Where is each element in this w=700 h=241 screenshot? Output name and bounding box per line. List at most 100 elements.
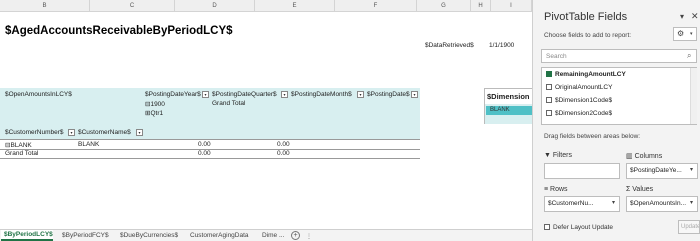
values-area-label: Σ Values (626, 186, 653, 193)
col-field-year-dropdown-icon[interactable]: ▾ (202, 91, 209, 98)
column-header-i[interactable]: I (491, 0, 532, 12)
row-field-customer-number[interactable]: $CustomerNumber$ (5, 129, 64, 136)
field-list-scrollbar[interactable] (690, 68, 697, 124)
values-label: Values (632, 186, 654, 193)
col-field-posting-date-year[interactable]: $PostingDateYear$ (145, 91, 201, 98)
col-field-posting-date-quarter[interactable]: $PostingDateQuarter$ (212, 91, 277, 98)
checkbox-icon[interactable] (546, 84, 552, 91)
add-sheet-icon[interactable]: + (291, 231, 300, 240)
search-icon: ⌕ (687, 51, 692, 60)
field-item-remaining-amount[interactable]: RemainingAmountLCY (546, 71, 626, 78)
checkbox-icon[interactable] (544, 224, 550, 231)
column-header-f[interactable]: F (335, 0, 417, 12)
data-retrieved-label: $DataRetrieved$ (425, 42, 474, 49)
grand-total-value[interactable]: 0.00 (198, 150, 211, 157)
field-search-box[interactable]: Search ⌕ (541, 49, 697, 63)
grand-total-total[interactable]: 0.00 (277, 150, 290, 157)
dimension-header: $Dimension (487, 92, 530, 101)
update-button[interactable]: Update (678, 220, 700, 234)
field-item-original-amount[interactable]: OriginalAmountLCY (546, 84, 612, 91)
field-label: RemainingAmountLCY (555, 71, 626, 78)
sheet-tab-dime[interactable]: Dime ... (262, 231, 284, 241)
row-field-customer-name[interactable]: $CustomerName$ (78, 129, 131, 136)
pane-subtitle: Choose fields to add to report: (544, 32, 632, 39)
row-separator (0, 158, 420, 159)
sheet-tab-by-period-lcy[interactable]: $ByPeriodLCY$ (1, 230, 53, 241)
field-list[interactable]: RemainingAmountLCY OriginalAmountLCY $Di… (541, 67, 697, 125)
drag-instructions: Drag fields between areas below: (544, 133, 641, 140)
col-field-posting-date-month[interactable]: $PostingDateMonth$ (291, 91, 352, 98)
checkbox-checked-icon[interactable] (546, 71, 552, 78)
pane-options-icon[interactable]: ▾ (680, 12, 684, 21)
chevron-down-icon[interactable]: ▾ (690, 166, 693, 173)
report-title: $AgedAccountsReceivableByPeriodLCY$ (5, 25, 233, 37)
grand-total-row-label[interactable]: Grand Total (5, 150, 38, 157)
filter-icon: ▼ (544, 152, 551, 159)
spreadsheet-area[interactable]: B C D E F G H I $AgedAccountsReceivableB… (0, 0, 532, 241)
dimension-item[interactable]: BLANK (486, 106, 532, 115)
col-field-month-dropdown-icon[interactable]: ▾ (357, 91, 364, 98)
filters-drop-area[interactable] (544, 163, 620, 179)
columns-icon: ▥ (626, 153, 633, 160)
pivot-values-field[interactable]: $OpenAmountsInLCY$ (5, 91, 72, 98)
row-separator (0, 139, 420, 140)
chevron-down-icon[interactable]: ▾ (612, 199, 615, 206)
chevron-down-icon: ▾ (690, 31, 693, 37)
filters-area-label: ▼ Filters (544, 152, 572, 159)
field-label: OriginalAmountLCY (555, 84, 613, 91)
row-field-name-dropdown-icon[interactable]: ▾ (136, 129, 143, 136)
rows-icon: ≡ (544, 186, 549, 193)
checkbox-icon[interactable] (546, 97, 552, 104)
col-field-posting-date[interactable]: $PostingDate$ (367, 91, 410, 98)
chevron-down-icon[interactable]: ▾ (690, 199, 693, 206)
sigma-icon: Σ (626, 186, 631, 193)
sheet-tab-by-period-fcy[interactable]: $ByPeriodFCY$ (62, 231, 109, 241)
field-item-dimension1[interactable]: $Dimension1Code$ (546, 97, 612, 104)
columns-field-pill[interactable]: $PostingDateYe... (630, 167, 682, 174)
column-header-g[interactable]: G (417, 0, 471, 12)
settings-dropdown-button[interactable]: ⚙ ▾ (673, 27, 697, 41)
column-header-d[interactable]: D (175, 0, 255, 12)
sheet-tab-due-by-currencies[interactable]: $DueByCurrencies$ (120, 231, 178, 241)
customer-name-cell[interactable]: BLANK (78, 141, 99, 148)
field-label: $Dimension2Code$ (555, 110, 613, 117)
defer-layout-option[interactable]: Defer Layout Update (544, 224, 613, 231)
column-header-e[interactable]: E (255, 0, 335, 12)
customer-number-cell[interactable]: ⊟BLANK (5, 141, 32, 149)
rows-label: Rows (550, 186, 568, 193)
row-value-cell[interactable]: 0.00 (198, 141, 211, 148)
columns-area-label: ▥ Columns (626, 152, 662, 160)
quarter-item: Qtr1 (150, 110, 164, 117)
pane-close-icon[interactable]: ✕ (691, 11, 699, 22)
columns-label: Columns (634, 153, 663, 160)
customer-number-value: BLANK (10, 142, 32, 149)
pane-title: PivotTable Fields (544, 11, 628, 23)
more-tabs-icon[interactable]: ⋮ (306, 233, 312, 240)
year-item-row[interactable]: ⊟1900 (145, 100, 165, 108)
values-field-pill[interactable]: $OpenAmountsIn... (630, 200, 686, 207)
checkbox-icon[interactable] (546, 110, 552, 117)
search-placeholder: Search (546, 53, 567, 60)
year-item: 1900 (150, 101, 165, 108)
filters-label: Filters (552, 152, 572, 159)
col-field-date-dropdown-icon[interactable]: ▾ (411, 91, 418, 98)
rows-field-pill[interactable]: $CustomerNu... (548, 200, 594, 207)
defer-label: Defer Layout Update (553, 224, 613, 231)
sheet-tab-customer-aging-data[interactable]: CustomerAgingData (190, 231, 249, 241)
grand-total-column-header: Grand Total (212, 100, 246, 107)
values-drop-area[interactable]: $OpenAmountsIn... ▾ (626, 196, 698, 212)
quarter-item-row[interactable]: ⊞Qtr1 (145, 109, 163, 117)
col-field-quarter-dropdown-icon[interactable]: ▾ (281, 91, 288, 98)
field-item-dimension2[interactable]: $Dimension2Code$ (546, 110, 612, 117)
column-header-h[interactable]: H (471, 0, 491, 12)
row-field-number-dropdown-icon[interactable]: ▾ (68, 129, 75, 136)
pivot-fields-pane: PivotTable Fields ▾ ✕ Choose fields to a… (532, 0, 700, 241)
column-header-row: B C D E F G H I (0, 0, 532, 12)
column-header-c[interactable]: C (90, 0, 175, 12)
column-header-b[interactable]: B (0, 0, 90, 12)
rows-drop-area[interactable]: $CustomerNu... ▾ (544, 196, 620, 212)
columns-drop-area[interactable]: $PostingDateYe... ▾ (626, 163, 698, 179)
field-label: $Dimension1Code$ (555, 97, 613, 104)
data-retrieved-value: 1/1/1900 (489, 42, 515, 49)
row-total-cell[interactable]: 0.00 (277, 141, 290, 148)
